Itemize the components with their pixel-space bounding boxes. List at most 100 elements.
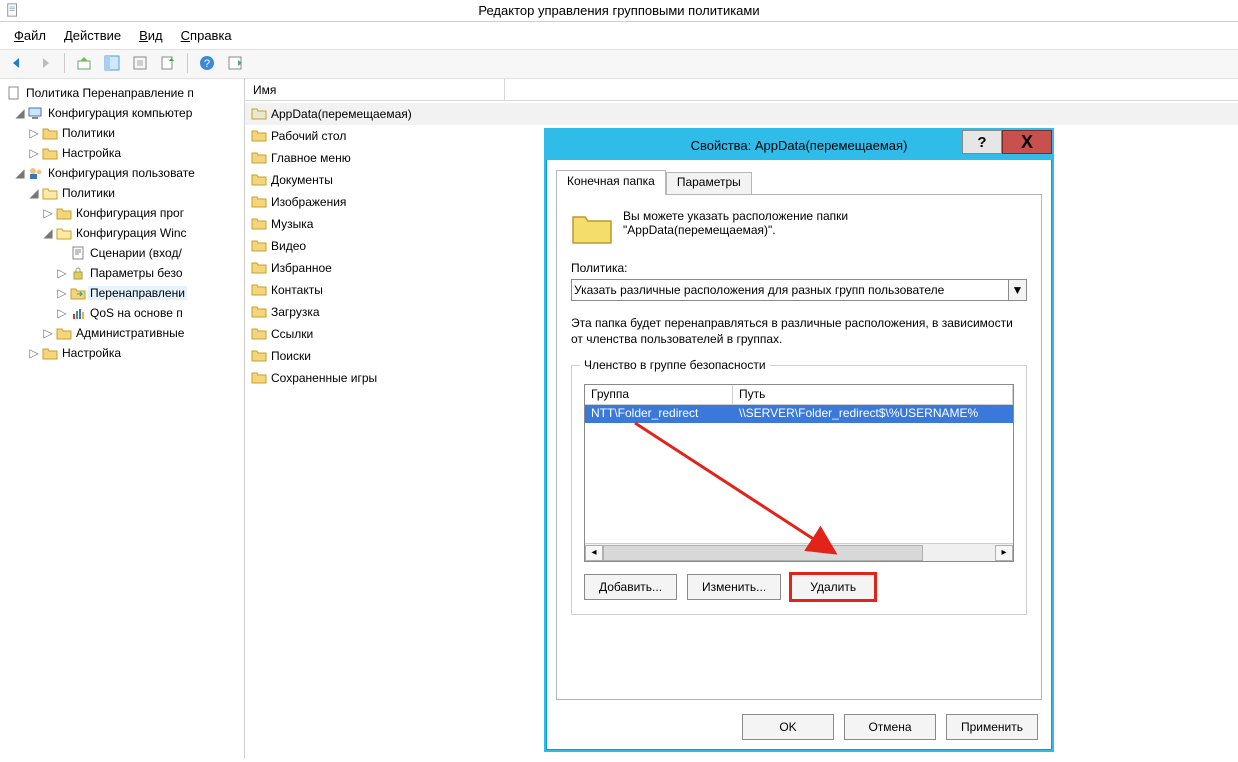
tree-user-config[interactable]: ◢ Конфигурация пользовате [0,163,244,183]
collapse-icon[interactable]: ◢ [14,167,26,179]
refresh-button[interactable] [129,52,151,74]
policy-value: Указать различные расположения для разны… [574,283,1024,297]
folder-icon [56,325,72,341]
apply-button[interactable]: Применить [946,714,1038,740]
ok-button[interactable]: OK [742,714,834,740]
up-button[interactable] [73,52,95,74]
collapse-icon[interactable]: ◢ [42,227,54,239]
chart-icon [70,305,86,321]
collapse-icon[interactable]: ◢ [14,107,26,119]
tree-computer-config[interactable]: ◢ Конфигурация компьютер [0,103,244,123]
folder-icon [251,370,267,387]
expand-icon[interactable]: ▷ [28,347,40,359]
list-item-label: Контакты [271,283,323,297]
tree-folder-redirect[interactable]: ▷ Перенаправлени [0,283,244,303]
menu-view[interactable]: Вид [139,28,163,43]
chevron-down-icon[interactable]: ▼ [1008,280,1026,300]
navigation-tree[interactable]: Политика Перенаправление п ◢ Конфигураци… [0,79,245,759]
tree-user-policies[interactable]: ◢ Политики [0,183,244,203]
security-group-box: Членство в группе безопасности Группа Пу… [571,365,1027,615]
folder-open-icon [56,225,72,241]
expand-icon[interactable]: ▷ [28,147,40,159]
expand-icon[interactable]: ▷ [28,127,40,139]
properties-dialog: Свойства: AppData(перемещаемая) ? X Коне… [544,128,1054,752]
folder-icon [251,216,267,233]
expand-icon[interactable]: ▷ [56,287,68,299]
tree-scripts[interactable]: ▷ Сценарии (вход/ [0,243,244,263]
tree-root[interactable]: Политика Перенаправление п [0,83,244,103]
folder-redirect-icon [70,285,86,301]
expand-icon[interactable]: ▷ [42,327,54,339]
tab-page-target: Вы можете указать расположение папки "Ap… [556,194,1042,700]
folder-icon [251,260,267,277]
tree-user-prefs[interactable]: ▷ Настройка [0,343,244,363]
tree-security-params[interactable]: ▷ Параметры безо [0,263,244,283]
folder-icon [42,145,58,161]
list-item-label: Изображения [271,195,346,209]
collapse-icon[interactable]: ◢ [28,187,40,199]
scroll-track[interactable] [603,545,995,561]
policy-label: Политика: [571,261,1027,275]
tree-qos[interactable]: ▷ QoS на основе п [0,303,244,323]
edit-button[interactable]: Изменить... [687,574,781,600]
list-header[interactable]: Имя [245,79,1238,101]
list-item-label: Главное меню [271,151,351,165]
lock-icon [70,265,86,281]
column-name[interactable]: Имя [245,79,505,100]
list-item-label: AppData(перемещаемая) [271,107,412,121]
tree-comp-prefs[interactable]: ▷ Настройка [0,143,244,163]
grid-col-group[interactable]: Группа [585,385,733,404]
script-icon [70,245,86,261]
membership-grid[interactable]: Группа Путь NTT\Folder_redirect \\SERVER… [584,384,1014,562]
folder-icon [251,150,267,167]
window-titlebar: Редактор управления групповыми политикам… [0,0,1238,22]
tree-software-cfg[interactable]: ▷ Конфигурация прог [0,203,244,223]
list-item-label: Ссылки [271,327,313,341]
scroll-thumb[interactable] [603,545,923,561]
list-item-label: Сохраненные игры [271,371,377,385]
expand-icon[interactable]: ▷ [56,267,68,279]
scroll-right-button[interactable]: ▸ [995,545,1013,561]
dialog-help-button[interactable]: ? [962,130,1002,154]
menu-action[interactable]: Действие [64,28,121,43]
expand-icon[interactable]: ▷ [56,307,68,319]
folder-icon [251,172,267,189]
cancel-button[interactable]: Отмена [844,714,936,740]
tab-parameters[interactable]: Параметры [666,172,752,194]
menu-file[interactable]: Файл [14,28,46,43]
window-title: Редактор управления групповыми политикам… [478,3,759,18]
forward-button[interactable] [34,52,56,74]
dialog-close-button[interactable]: X [1002,130,1052,154]
tree-toggle-button[interactable] [101,52,123,74]
list-item[interactable]: AppData(перемещаемая) [245,103,1238,125]
folder-icon [251,194,267,211]
svg-text:?: ? [204,58,210,70]
tree-admin-templates[interactable]: ▷ Административные [0,323,244,343]
expand-icon[interactable]: ▷ [42,207,54,219]
list-item-label: Видео [271,239,306,253]
tree-windows-cfg[interactable]: ◢ Конфигурация Winc [0,223,244,243]
folder-icon [251,238,267,255]
scroll-left-button[interactable]: ◂ [585,545,603,561]
export-button[interactable] [157,52,179,74]
delete-button[interactable]: Удалить [791,574,875,600]
folder-icon [251,304,267,321]
folder-icon [56,205,72,221]
folder-icon [251,128,267,145]
horizontal-scrollbar[interactable]: ◂ ▸ [585,543,1013,561]
grid-col-path[interactable]: Путь [733,385,1013,404]
user-icon [28,165,44,181]
folder-open-icon [42,185,58,201]
help-button[interactable]: ? [196,52,218,74]
menu-help[interactable]: Справка [181,28,232,43]
add-button[interactable]: Добавить... [584,574,677,600]
list-item-label: Рабочий стол [271,129,346,143]
filter-button[interactable] [224,52,246,74]
tree-comp-policies[interactable]: ▷ Политики [0,123,244,143]
policy-combo[interactable]: Указать различные расположения для разны… [571,279,1027,301]
tab-target-folder[interactable]: Конечная папка [556,170,666,195]
dialog-info-text: Вы можете указать расположение папки "Ap… [623,209,848,237]
back-button[interactable] [6,52,28,74]
grid-row[interactable]: NTT\Folder_redirect \\SERVER\Folder_redi… [585,405,1013,423]
dialog-titlebar[interactable]: Свойства: AppData(перемещаемая) ? X [546,130,1052,160]
